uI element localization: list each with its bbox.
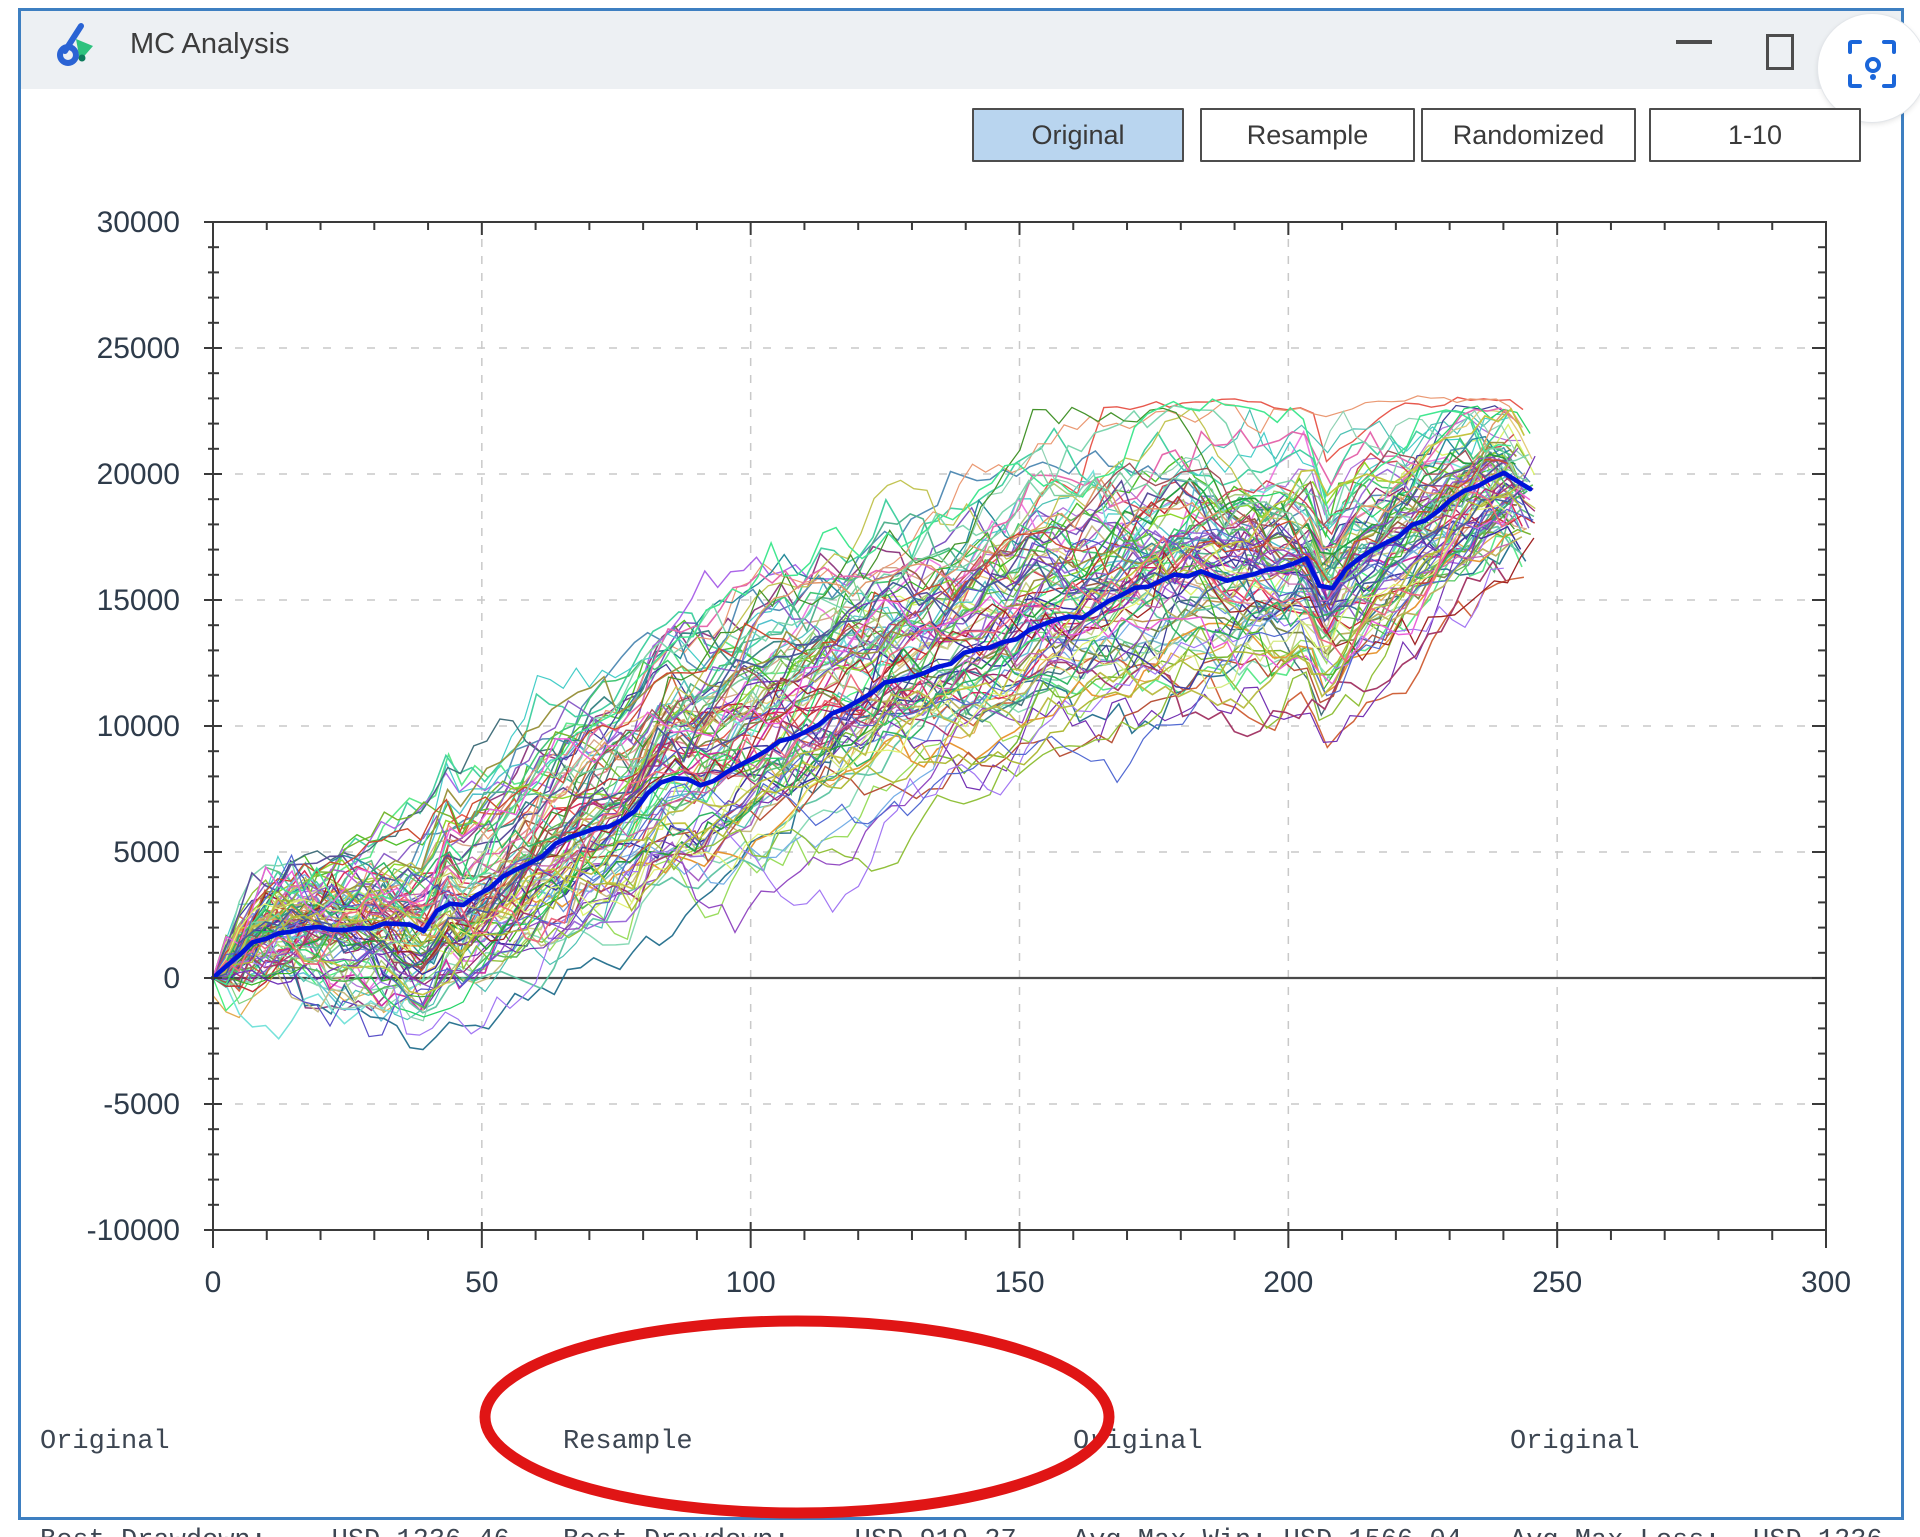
y-tick-label: 5000 bbox=[113, 836, 180, 869]
x-tick-label: 50 bbox=[465, 1266, 498, 1299]
stats-column-original-wins: Original Avg Max Win: USD 1566.04 Max Co… bbox=[1073, 1360, 1462, 1537]
x-tick-label: 100 bbox=[726, 1266, 776, 1299]
stats-heading: Resample bbox=[563, 1426, 1033, 1459]
stats-line: Avg Max Win: USD 1566.04 bbox=[1073, 1525, 1462, 1537]
stats-heading: Original bbox=[40, 1426, 510, 1459]
stats-column-original-drawdown: Original Best Drawdown: USD 1236.46 Wors… bbox=[40, 1360, 510, 1537]
y-tick-label: 15000 bbox=[97, 584, 180, 617]
y-tick-label: -10000 bbox=[87, 1214, 180, 1247]
x-tick-label: 250 bbox=[1532, 1266, 1582, 1299]
y-tick-label: 30000 bbox=[97, 206, 180, 239]
simulation-line bbox=[213, 396, 1522, 978]
stats-line: Best Drawdown: USD 1236.46 bbox=[40, 1525, 510, 1537]
stats-line: Best Drawdown: USD 919.27 bbox=[563, 1525, 1033, 1537]
y-tick-label: 25000 bbox=[97, 332, 180, 365]
y-tick-label: 10000 bbox=[97, 710, 180, 743]
stats-column-resample-drawdown: Resample Best Drawdown: USD 919.27 Worst… bbox=[563, 1360, 1033, 1537]
stats-line: Avg Max Loss: USD 1236 bbox=[1510, 1525, 1883, 1537]
x-tick-label: 300 bbox=[1801, 1266, 1851, 1299]
screen: MC Analysis Original Resample Randomized… bbox=[0, 0, 1920, 1537]
y-tick-label: -5000 bbox=[103, 1088, 180, 1121]
x-tick-label: 0 bbox=[205, 1266, 222, 1299]
x-tick-label: 150 bbox=[994, 1266, 1044, 1299]
stats-column-original-losses: Original Avg Max Loss: USD 1236 Max Cons… bbox=[1510, 1360, 1883, 1537]
stats-heading: Original bbox=[1510, 1426, 1883, 1459]
simulation-line bbox=[213, 397, 1523, 978]
simulation-lines bbox=[213, 396, 1535, 1050]
stats-heading: Original bbox=[1073, 1426, 1462, 1459]
mc-equity-chart: -10000-500005000100001500020000250003000… bbox=[0, 0, 1920, 1537]
y-tick-label: 20000 bbox=[97, 458, 180, 491]
x-tick-label: 200 bbox=[1263, 1266, 1313, 1299]
y-tick-label: 0 bbox=[163, 962, 180, 995]
